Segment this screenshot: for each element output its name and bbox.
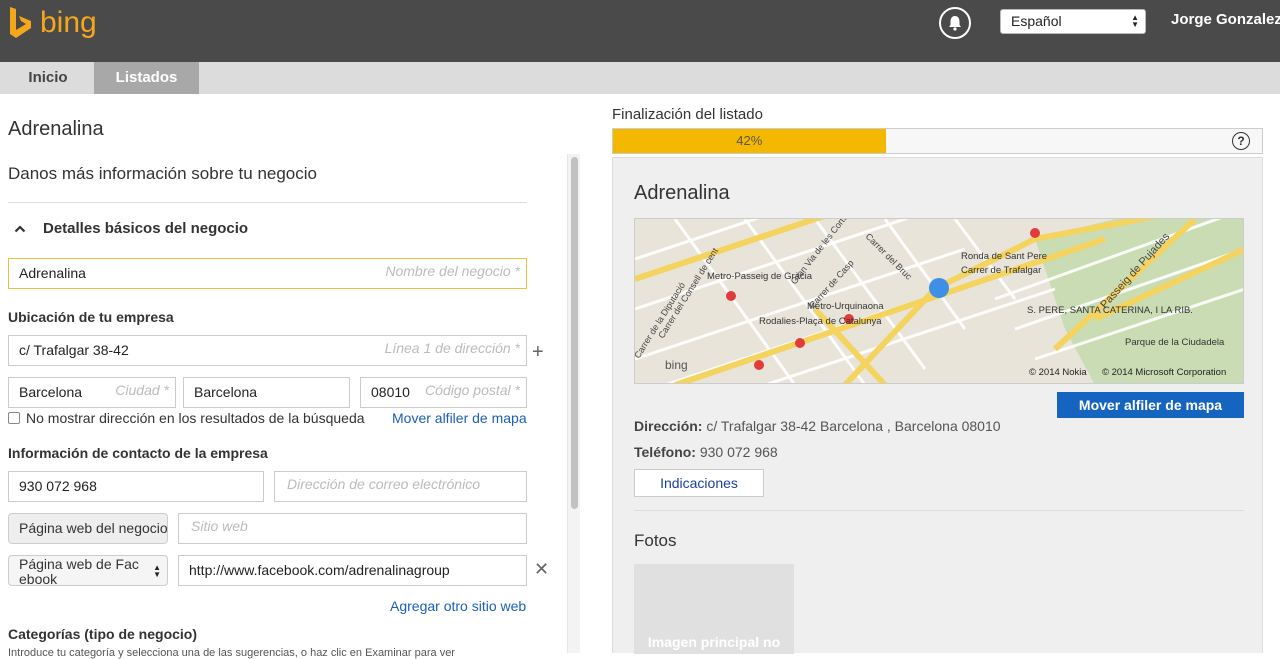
- progress-bar: 42% ?: [612, 128, 1263, 154]
- location-label: Ubicación de tu empresa: [8, 309, 174, 325]
- phone-value: 930 072 968: [699, 444, 778, 460]
- map-label-metro3: Rodalies-Plaça de Catalunya: [759, 316, 882, 327]
- preview-title: Adrenalina: [634, 182, 730, 204]
- email-input[interactable]: Dirección de correo electrónico: [274, 471, 527, 502]
- website-type-1-value: Página web del negocio: [19, 520, 168, 536]
- business-title: Adrenalina: [8, 118, 104, 140]
- map-copyright-2: © 2014 Microsoft Corporation: [1102, 367, 1226, 378]
- form-scrollbar[interactable]: [567, 154, 580, 653]
- postal-code-value: 08010: [371, 384, 410, 400]
- hide-address-checkbox[interactable]: [8, 412, 20, 424]
- tab-bar: Inicio Listados: [0, 62, 1280, 94]
- preview-address: Dirección: c/ Trafalgar 38-42 Barcelona …: [634, 418, 1001, 434]
- tab-listados[interactable]: Listados: [94, 62, 199, 94]
- map-label-street4: Carrer de Trafalgar: [961, 265, 1041, 276]
- listing-preview-panel: Adrenalina Metro-Passeig de Gràcia Metro…: [612, 157, 1263, 654]
- address-value: c/ Trafalgar 38-42 Barcelona , Barcelona…: [706, 418, 1001, 434]
- language-select[interactable]: Español ▲ ▼: [1000, 9, 1146, 34]
- categories-description: Introduce tu categoría y selecciona una …: [8, 647, 455, 659]
- business-name-input[interactable]: Adrenalina Nombre del negocio *: [8, 258, 527, 289]
- city-value: Barcelona: [19, 384, 83, 400]
- language-select-value: Español: [1011, 13, 1062, 29]
- website-input-1[interactable]: Sitio web: [178, 513, 527, 544]
- hide-address-label: No mostrar dirección en los resultados d…: [26, 410, 365, 426]
- phone-label: Teléfono:: [634, 444, 696, 460]
- website-type-2-value: Página web de Facebook: [19, 556, 139, 586]
- email-placeholder: Dirección de correo electrónico: [287, 476, 480, 492]
- contact-label: Información de contacto de la empresa: [8, 445, 268, 461]
- address-line-1-placeholder: Línea 1 de dirección *: [384, 340, 520, 356]
- business-name-placeholder: Nombre del negocio *: [385, 263, 520, 279]
- map-label-street3: Ronda de Sant Pere: [961, 251, 1047, 262]
- preview-phone: Teléfono: 930 072 968: [634, 444, 778, 460]
- divider: [634, 510, 1244, 511]
- website-2-value: http://www.facebook.com/adrenalinagroup: [189, 562, 450, 578]
- categories-label: Categorías (tipo de negocio): [8, 626, 198, 642]
- select-arrows-icon: ▲ ▼: [153, 563, 161, 579]
- map-copyright-1: © 2014 Nokia: [1029, 367, 1087, 378]
- listing-form: Adrenalina Danos más información sobre t…: [0, 94, 580, 659]
- tab-inicio[interactable]: Inicio: [0, 62, 96, 94]
- photo-placeholder-text: Imagen principal no: [647, 634, 781, 650]
- phone-value: 930 072 968: [19, 478, 97, 494]
- map-graphic: Metro-Passeig de Gràcia Metro-Urquinaona…: [635, 219, 1243, 383]
- add-address-line-icon[interactable]: +: [532, 342, 544, 362]
- help-icon[interactable]: ?: [1232, 132, 1250, 150]
- phone-input[interactable]: 930 072 968: [8, 471, 264, 502]
- notifications-bell-icon[interactable]: [939, 7, 971, 39]
- website-1-placeholder: Sitio web: [191, 518, 248, 534]
- address-line-1-input[interactable]: c/ Trafalgar 38-42 Línea 1 de dirección …: [8, 335, 527, 366]
- progress-text: 42%: [736, 133, 763, 148]
- business-name-value: Adrenalina: [19, 265, 86, 281]
- form-subtitle: Danos más información sobre tu negocio: [8, 164, 317, 183]
- move-pin-link[interactable]: Mover alfiler de mapa: [392, 410, 527, 426]
- city-input[interactable]: Barcelona Ciudad *: [8, 377, 176, 408]
- user-name[interactable]: Jorge Gonzalez: [1171, 11, 1280, 28]
- move-pin-button[interactable]: Mover alfiler de mapa: [1057, 392, 1244, 418]
- province-input[interactable]: Barcelona: [183, 377, 350, 408]
- chevron-up-icon: [14, 224, 26, 232]
- postal-code-input[interactable]: 08010 Código postal *: [360, 377, 527, 408]
- map-brand: bing: [665, 358, 688, 372]
- bing-logo-icon: [10, 7, 31, 38]
- postal-code-placeholder: Código postal *: [425, 382, 520, 398]
- scrollbar-thumb[interactable]: [571, 157, 578, 509]
- progress-label: Finalización del listado: [612, 106, 763, 123]
- main-photo-placeholder[interactable]: Imagen principal no: [634, 564, 794, 654]
- website-type-select-2[interactable]: Página web de Facebook ▲ ▼: [8, 555, 168, 586]
- add-website-link[interactable]: Agregar otro sitio web: [390, 598, 526, 614]
- address-label: Dirección:: [634, 418, 703, 434]
- section-title: Detalles básicos del negocio: [43, 220, 249, 237]
- address-line-1-value: c/ Trafalgar 38-42: [19, 342, 129, 358]
- website-type-select-1[interactable]: Página web del negocio: [8, 513, 168, 544]
- map-label-park: Parque de la Ciudadela: [1125, 337, 1225, 348]
- province-value: Barcelona: [194, 384, 258, 400]
- divider: [8, 202, 527, 203]
- city-placeholder: Ciudad *: [115, 382, 169, 398]
- map[interactable]: Metro-Passeig de Gràcia Metro-Urquinaona…: [634, 218, 1244, 384]
- remove-website-icon[interactable]: ✕: [534, 560, 549, 578]
- photos-title: Fotos: [634, 531, 677, 550]
- select-arrows-icon: ▲ ▼: [1131, 13, 1139, 29]
- website-input-2[interactable]: http://www.facebook.com/adrenalinagroup: [178, 555, 527, 586]
- hide-address-checkbox-row[interactable]: No mostrar dirección en los resultados d…: [8, 410, 365, 426]
- top-bar: bing Español ▲ ▼ Jorge Gonzalez: [0, 0, 1280, 62]
- section-basic-details[interactable]: Detalles básicos del negocio: [14, 220, 248, 237]
- directions-button[interactable]: Indicaciones: [634, 469, 764, 497]
- bing-logo[interactable]: bing: [8, 5, 97, 41]
- bing-logo-text: bing: [40, 6, 97, 39]
